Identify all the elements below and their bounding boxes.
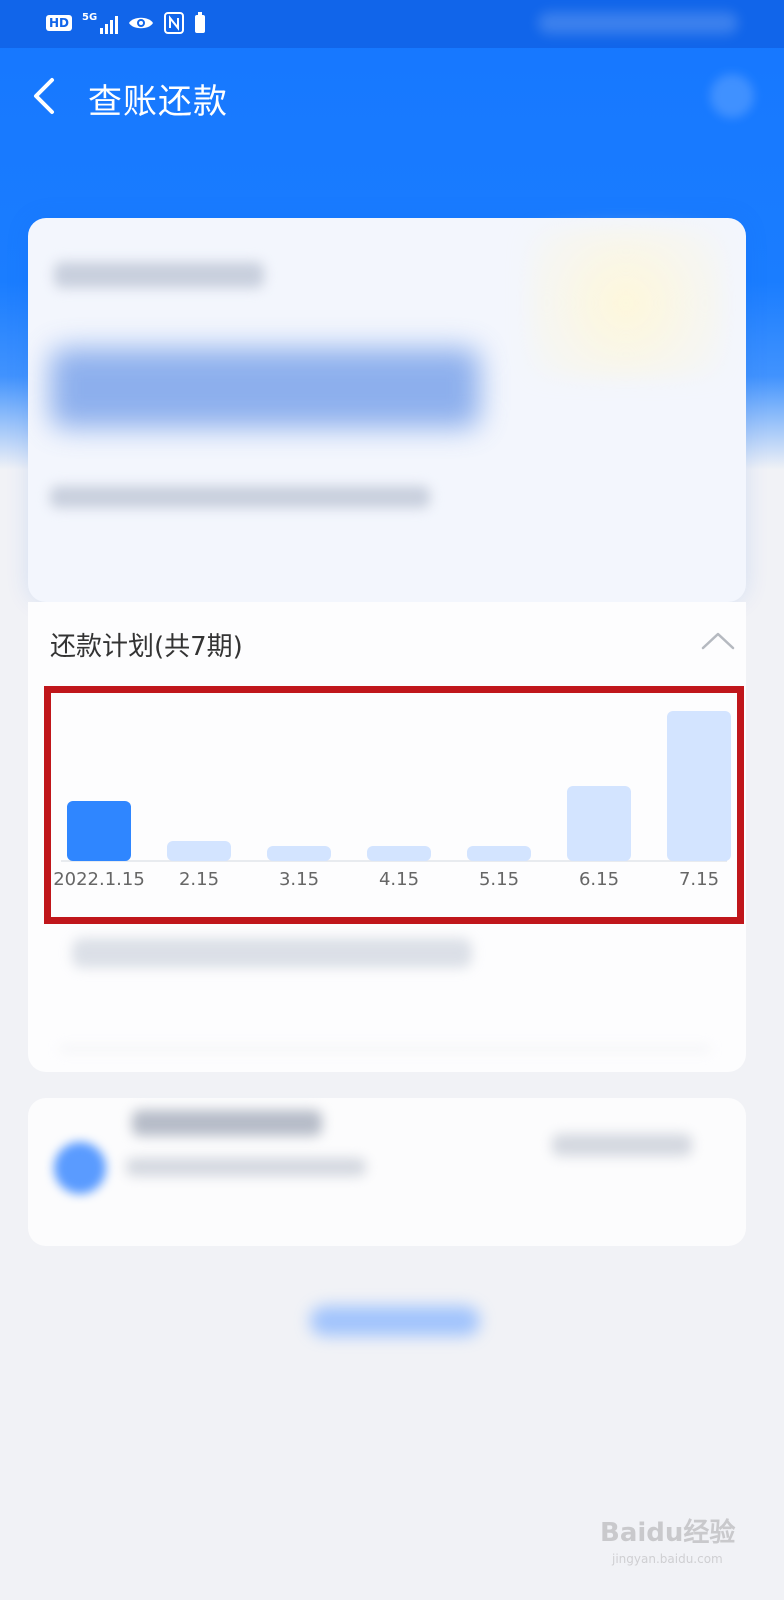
chart-bar-5[interactable] — [467, 846, 531, 861]
card-decoration — [526, 228, 726, 378]
status-right-blurred — [538, 12, 738, 34]
back-arrow-icon[interactable] — [26, 74, 66, 118]
plan-title: 还款计划(共7期) — [50, 632, 243, 662]
chevron-up-icon[interactable] — [700, 628, 736, 654]
battery-icon — [195, 12, 206, 33]
blurred-detail-row[interactable] — [72, 938, 472, 968]
bottom-link[interactable] — [310, 1306, 480, 1336]
status-icons: HD 5G — [46, 12, 206, 34]
chart-tick-label-4: 4.15 — [379, 869, 419, 890]
blurred-divider — [60, 1048, 710, 1050]
chart-bar-2[interactable] — [167, 841, 231, 861]
chart-tick-label-3: 3.15 — [279, 869, 319, 890]
chart-bar-1[interactable] — [67, 801, 131, 861]
watermark: Baidu经验 — [600, 1518, 736, 1548]
chart-bar-7[interactable] — [667, 711, 731, 861]
summary-card — [28, 218, 746, 602]
hd-badge: HD — [46, 15, 73, 31]
chart-tick-label-6: 6.15 — [579, 869, 619, 890]
chart-bar-3[interactable] — [267, 846, 331, 861]
app-bar: 查账还款 — [0, 48, 784, 144]
blurred-label — [54, 262, 264, 288]
blurred-item-sub — [126, 1158, 366, 1176]
chart-tick-label-2: 2.15 — [179, 869, 219, 890]
watermark-url: jingyan.baidu.com — [612, 1552, 723, 1566]
status-bar: HD 5G — [0, 0, 784, 48]
page-title: 查账还款 — [88, 82, 228, 122]
chart-bar-6[interactable] — [567, 786, 631, 861]
eye-icon — [129, 17, 154, 29]
signal-icon: 5G — [82, 12, 119, 34]
chart-tick-label-5: 5.15 — [479, 869, 519, 890]
blurred-item-title — [132, 1110, 322, 1136]
nfc-icon — [164, 12, 185, 34]
chart-bar-4[interactable] — [367, 846, 431, 861]
item-avatar — [54, 1142, 106, 1194]
blurred-note — [50, 486, 430, 508]
chart-tick-label-1: 2022.1.15 — [53, 869, 145, 890]
blurred-amount — [50, 348, 480, 428]
network-label: 5G — [82, 12, 98, 23]
repayment-chart: 2022.1.15 2.15 3.15 4.15 5.15 6.15 7.15 — [53, 711, 731, 890]
more-icon[interactable] — [710, 74, 754, 118]
chart-tick-label-7: 7.15 — [679, 869, 719, 890]
blurred-item-value — [552, 1134, 692, 1156]
